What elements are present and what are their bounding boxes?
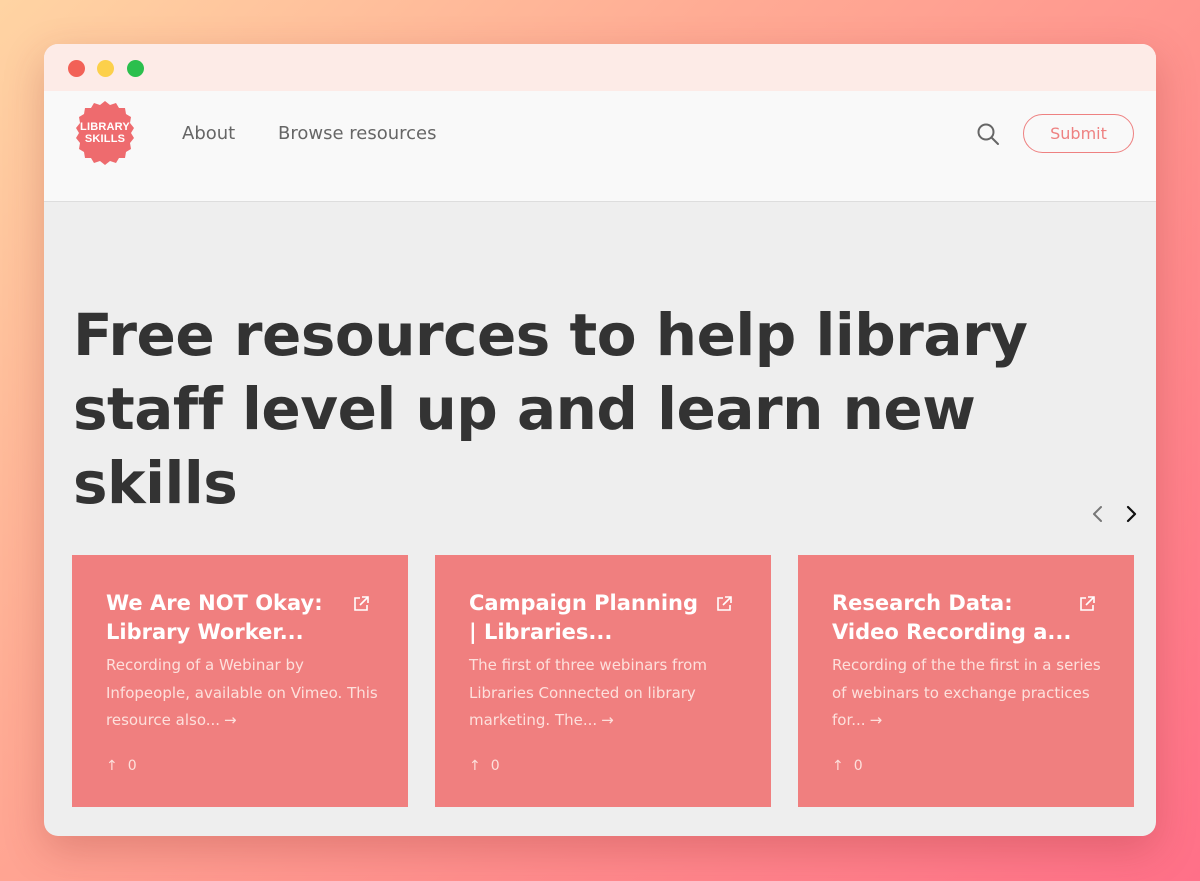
carousel-prev-button[interactable] <box>1086 502 1110 526</box>
search-icon[interactable] <box>976 122 1000 146</box>
browser-window: LIBRARY SKILLS About Browse resources Su… <box>44 44 1156 836</box>
nav-link-browse-resources[interactable]: Browse resources <box>278 123 437 144</box>
resource-card[interactable]: We Are NOT Okay: Library Worker... Recor… <box>72 555 408 807</box>
vote-count: 0 <box>490 758 500 774</box>
card-description: Recording of the the first in a series o… <box>832 652 1112 735</box>
external-link-icon[interactable] <box>1078 595 1096 613</box>
resource-card[interactable]: Campaign Planning | Libraries... The fir… <box>435 555 771 807</box>
card-description: The first of three webinars from Librari… <box>469 652 749 735</box>
vote-count: 0 <box>853 758 863 774</box>
external-link-icon[interactable] <box>715 595 733 613</box>
read-more-arrow-icon[interactable]: → <box>870 711 883 729</box>
submit-button[interactable]: Submit <box>1023 114 1134 153</box>
site-logo[interactable]: LIBRARY SKILLS <box>71 99 139 167</box>
card-description: Recording of a Webinar by Infopeople, av… <box>106 652 386 735</box>
vote-count: 0 <box>127 758 137 774</box>
card-description-text: The first of three webinars from Librari… <box>469 656 707 729</box>
site-header: LIBRARY SKILLS About Browse resources Su… <box>44 91 1156 202</box>
resource-card[interactable]: Research Data: Video Recording a... Reco… <box>798 555 1134 807</box>
card-description-text: Recording of a Webinar by Infopeople, av… <box>106 656 378 729</box>
upvote-arrow-icon[interactable]: ↑ <box>469 758 481 774</box>
read-more-arrow-icon[interactable]: → <box>601 711 614 729</box>
close-window-button[interactable] <box>68 60 85 77</box>
card-title[interactable]: Campaign Planning | Libraries... <box>469 589 709 647</box>
maximize-window-button[interactable] <box>127 60 144 77</box>
upvote-control[interactable]: ↑ 0 <box>106 758 137 774</box>
upvote-control[interactable]: ↑ 0 <box>469 758 500 774</box>
hero-title: Free resources to help library staff lev… <box>73 301 1028 517</box>
upvote-arrow-icon[interactable]: ↑ <box>832 758 844 774</box>
nav-link-about[interactable]: About <box>182 123 235 144</box>
chevron-left-icon <box>1093 506 1102 522</box>
carousel-next-button[interactable] <box>1119 502 1143 526</box>
logo-text-line1: LIBRARY <box>80 121 130 133</box>
window-titlebar <box>44 44 1156 91</box>
card-title[interactable]: We Are NOT Okay: Library Worker... <box>106 589 346 647</box>
chevron-right-icon <box>1126 505 1137 523</box>
minimize-window-button[interactable] <box>97 60 114 77</box>
logo-text-line2: SKILLS <box>84 133 126 145</box>
upvote-arrow-icon[interactable]: ↑ <box>106 758 118 774</box>
read-more-arrow-icon[interactable]: → <box>224 711 237 729</box>
upvote-control[interactable]: ↑ 0 <box>832 758 863 774</box>
card-title[interactable]: Research Data: Video Recording a... <box>832 589 1072 647</box>
external-link-icon[interactable] <box>352 595 370 613</box>
